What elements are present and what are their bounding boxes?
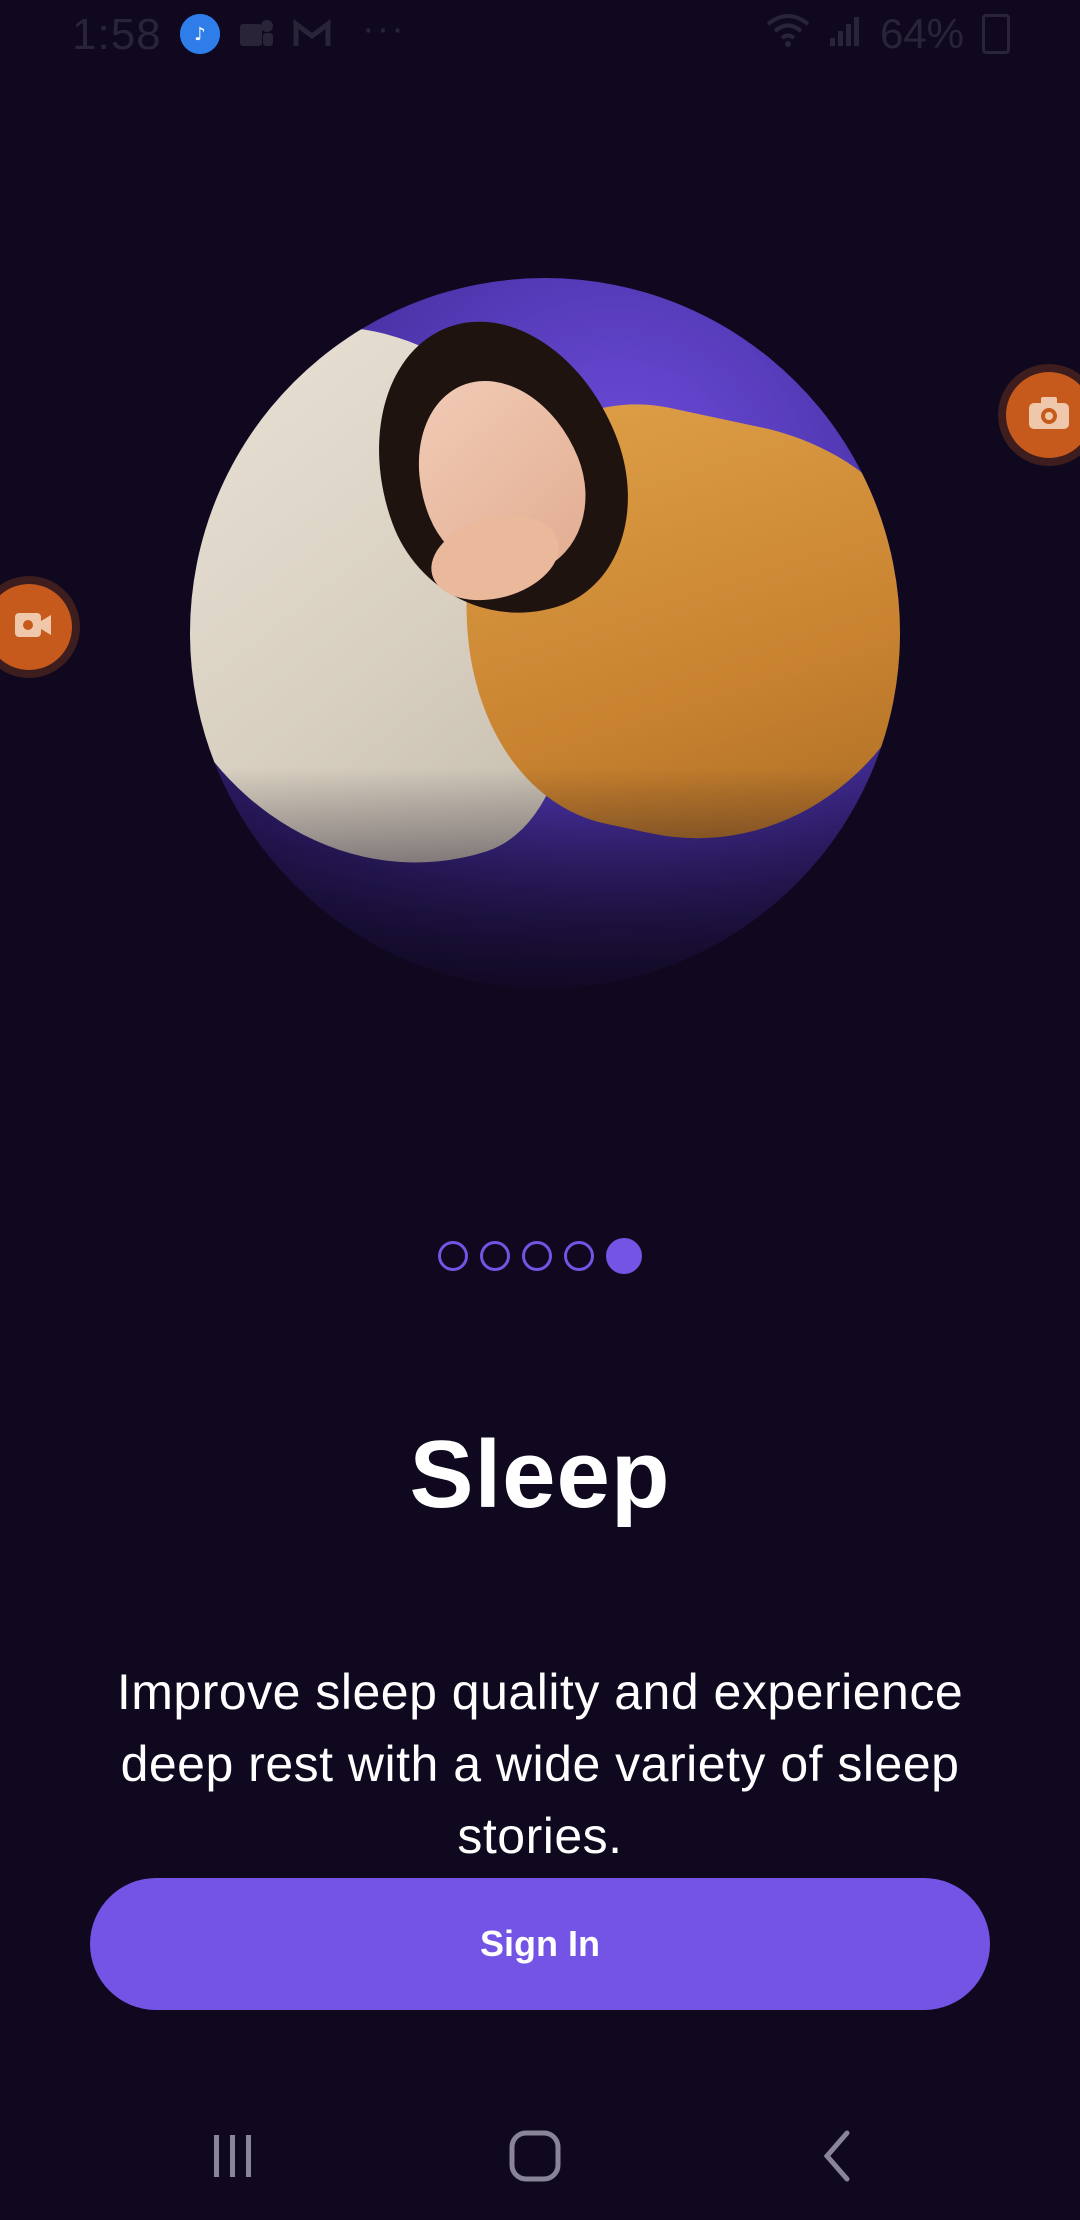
floating-camera-bubble[interactable] [1006, 372, 1080, 458]
page-indicator-dot[interactable] [438, 1241, 468, 1271]
page-indicator-dot[interactable] [480, 1241, 510, 1271]
page-title: Sleep [409, 1421, 671, 1528]
floating-video-bubble[interactable] [0, 584, 72, 670]
page-indicator-dot[interactable] [564, 1241, 594, 1271]
page-indicator [0, 1238, 1080, 1274]
video-camera-icon [5, 607, 53, 648]
hero-fade-overlay [190, 768, 900, 988]
teams-icon [236, 14, 276, 54]
gmail-icon [292, 14, 332, 54]
page-description: Improve sleep quality and experience dee… [116, 1664, 964, 1864]
page-indicator-dot[interactable] [522, 1241, 552, 1271]
system-navigation-bar [0, 2100, 1080, 2220]
signal-icon [828, 10, 862, 58]
onboarding-screen: 1:58 ♪ ··· 64% Sleep Improve sleep quali… [0, 0, 1080, 2220]
home-icon [508, 2129, 562, 2188]
wifi-icon [766, 10, 810, 58]
back-button[interactable] [797, 2118, 877, 2198]
page-indicator-dot[interactable] [606, 1238, 642, 1274]
back-icon [817, 2129, 857, 2188]
hero-illustration-sleeping-woman [190, 278, 900, 988]
svg-text:♪: ♪ [194, 24, 206, 45]
music-app-icon: ♪ [180, 14, 220, 54]
battery-icon [982, 14, 1010, 54]
more-notifications-indicator: ··· [362, 8, 406, 50]
status-bar: 1:58 ♪ ··· 64% [0, 0, 1080, 72]
battery-percent: 64% [879, 10, 964, 57]
home-button[interactable] [495, 2118, 575, 2198]
recents-button[interactable] [193, 2118, 273, 2198]
sign-in-button[interactable]: Sign In [90, 1878, 990, 2010]
status-time: 1:58 [72, 10, 162, 59]
camera-icon [1025, 393, 1073, 438]
recents-icon [208, 2131, 258, 2186]
status-right-group: 64% [766, 10, 1010, 58]
